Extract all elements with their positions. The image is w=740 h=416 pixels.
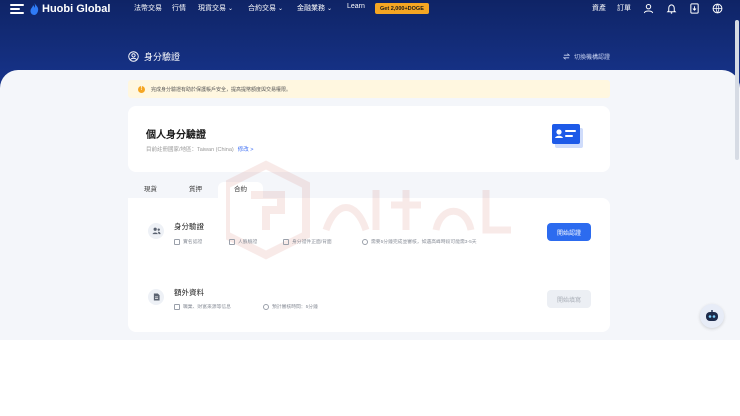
page-title: 身分驗證 bbox=[128, 50, 180, 63]
logo-text: Huobi Global bbox=[42, 3, 111, 15]
nav-item-markets[interactable]: 行情 bbox=[172, 3, 186, 13]
tab-staking[interactable]: 質押 bbox=[173, 182, 218, 198]
notice-text: 完成身分驗證有助於保護帳戶安全，提高提幣額度與交易權限。 bbox=[151, 86, 292, 93]
support-chat-button[interactable] bbox=[700, 304, 724, 328]
bell-icon[interactable] bbox=[666, 3, 677, 14]
watermark-logo bbox=[226, 160, 511, 260]
start-fill-button[interactable]: 開始填寫 bbox=[547, 290, 591, 308]
meta-occupation: 職業、財富來源等信息 bbox=[174, 303, 231, 310]
nav-item-finance[interactable]: 金融業務 ⌄ bbox=[297, 3, 332, 13]
clock-icon bbox=[362, 238, 368, 245]
meta-face: 人臉驗證 bbox=[229, 238, 257, 245]
flame-icon bbox=[30, 3, 39, 15]
meta-text: 人臉驗證 bbox=[238, 240, 258, 245]
clock-icon bbox=[263, 303, 269, 310]
robot-icon bbox=[706, 310, 718, 321]
extra-title: 額外資料 bbox=[174, 288, 204, 297]
menu-icon[interactable] bbox=[10, 4, 24, 14]
verification-title: 身分驗證 bbox=[174, 222, 204, 231]
switch-institution-link[interactable]: 切換機構認證 bbox=[562, 52, 610, 61]
nav-link-orders[interactable]: 訂單 bbox=[617, 3, 631, 13]
nav-link-assets[interactable]: 資產 bbox=[592, 3, 606, 13]
identity-title: 個人身分驗證 bbox=[146, 130, 206, 141]
nav-label: 現貨交易 bbox=[198, 5, 226, 12]
person-icon bbox=[174, 238, 180, 245]
swap-icon bbox=[562, 53, 570, 60]
id-card-icon bbox=[552, 124, 583, 148]
meta-text: 需要5分鐘完成並審核，如遇高峰時段可能需3-5天 bbox=[371, 240, 477, 245]
user-icon[interactable] bbox=[643, 3, 654, 14]
meta-time: 需要5分鐘完成並審核，如遇高峰時段可能需3-5天 bbox=[362, 238, 477, 245]
notice-banner: ! 完成身分驗證有助於保護帳戶安全，提高提幣額度與交易權限。 bbox=[128, 80, 610, 98]
promo-button[interactable]: Get 2,000+DOGE bbox=[375, 3, 429, 14]
country-label: 目前註冊國家/地區：Taiwan (China) bbox=[146, 147, 234, 153]
nav-label: 金融業務 bbox=[297, 5, 325, 12]
top-nav: Huobi Global 法幣交易 行情 現貨交易 ⌄ 合約交易 ⌄ 金融業務 ⌄ L… bbox=[0, 0, 740, 18]
page-title-text: 身分驗證 bbox=[144, 52, 181, 62]
nav-item-futures[interactable]: 合約交易 ⌄ bbox=[248, 3, 283, 13]
users-icon bbox=[152, 227, 160, 235]
meta-text: 預計審核時間：5分鐘 bbox=[272, 305, 318, 310]
meta-text: 身分證件正面/背面 bbox=[292, 240, 332, 245]
nav-item-spot[interactable]: 現貨交易 ⌄ bbox=[198, 3, 233, 13]
identity-country: 目前註冊國家/地區：Taiwan (China) 修改 > bbox=[146, 145, 253, 153]
switch-label: 切換機構認證 bbox=[573, 55, 610, 61]
warning-icon: ! bbox=[138, 85, 145, 93]
nav-label: Learn bbox=[347, 3, 365, 10]
chevron-down-icon: ⌄ bbox=[228, 5, 234, 12]
chevron-down-icon: ⌄ bbox=[278, 5, 284, 12]
nav-label: 合約交易 bbox=[248, 5, 276, 12]
nav-label: 行情 bbox=[172, 5, 186, 12]
meta-real-name: 實名認證 bbox=[174, 238, 202, 245]
start-verification-button[interactable]: 開始認證 bbox=[547, 223, 591, 241]
nav-item-fiat[interactable]: 法幣交易 bbox=[134, 3, 162, 13]
user-circle-icon bbox=[128, 51, 139, 62]
meta-text: 職業、財富來源等信息 bbox=[183, 305, 231, 310]
nav-item-learn[interactable]: Learn bbox=[347, 3, 365, 10]
row-icon-identity bbox=[148, 223, 164, 239]
meta-id-document: 身分證件正面/背面 bbox=[283, 238, 332, 245]
row-icon-extra bbox=[148, 289, 164, 305]
document-icon bbox=[174, 303, 180, 310]
nav-label: 法幣交易 bbox=[134, 5, 162, 12]
face-scan-icon bbox=[229, 238, 235, 245]
meta-text: 實名認證 bbox=[183, 240, 203, 245]
meta-review-time: 預計審核時間：5分鐘 bbox=[263, 303, 318, 310]
tab-spot[interactable]: 現貨 bbox=[128, 182, 173, 198]
chevron-down-icon: ⌄ bbox=[327, 5, 333, 12]
edit-country-link[interactable]: 修改 > bbox=[238, 147, 254, 153]
id-document-icon bbox=[283, 238, 289, 245]
download-icon[interactable] bbox=[689, 3, 700, 14]
globe-icon[interactable] bbox=[712, 3, 723, 14]
document-icon bbox=[153, 293, 160, 301]
page-scrollbar[interactable] bbox=[735, 20, 739, 160]
brand-logo[interactable]: Huobi Global bbox=[30, 2, 110, 16]
